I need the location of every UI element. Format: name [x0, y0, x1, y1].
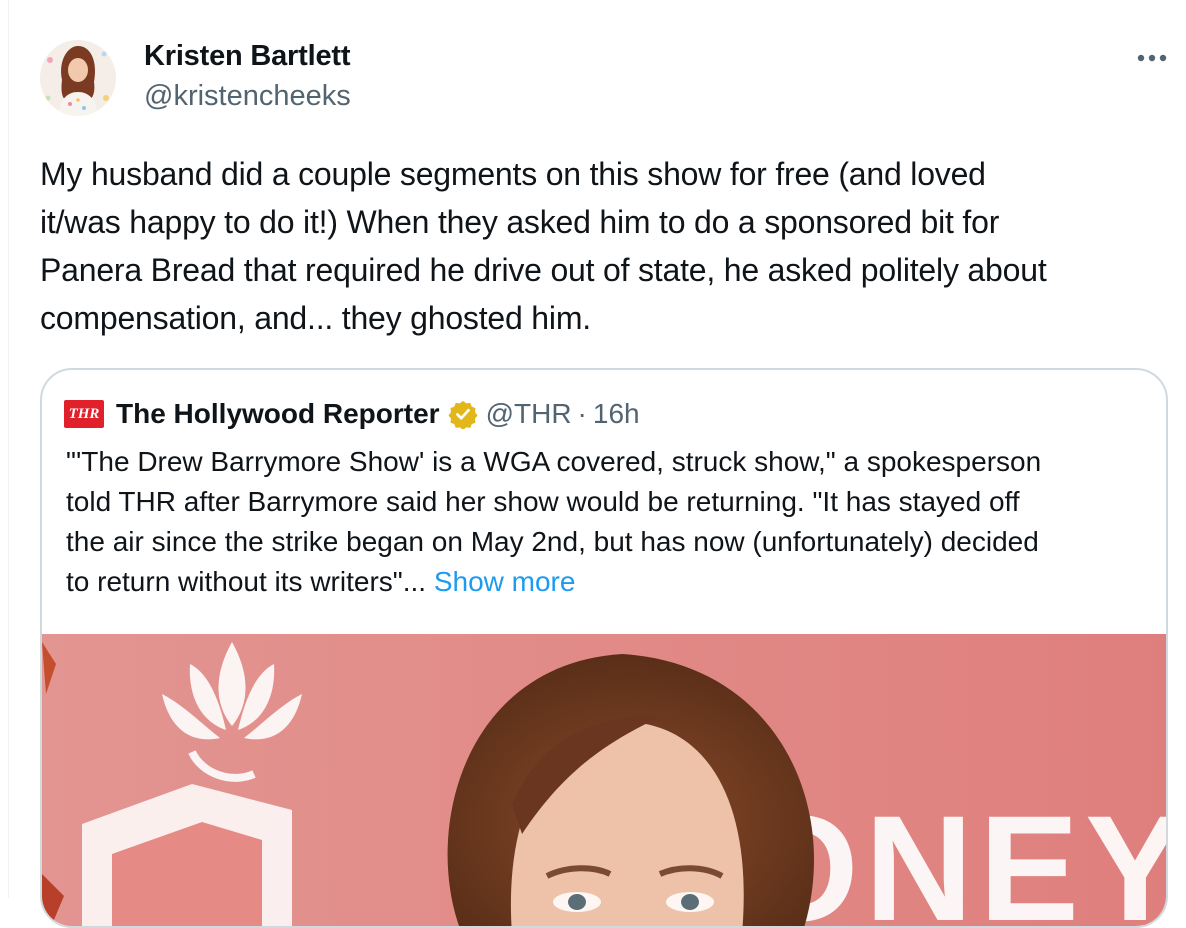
quoted-author-name[interactable]: The Hollywood Reporter	[116, 398, 440, 430]
quoted-author-handle[interactable]: @THR	[486, 398, 572, 430]
more-options-button[interactable]	[1132, 40, 1172, 76]
tweet-text: My husband did a couple segments on this…	[40, 156, 1047, 336]
quoted-tweet-media[interactable]: ONEY	[42, 634, 1166, 926]
timeline-divider	[8, 0, 9, 898]
thr-logo: THR	[64, 400, 104, 428]
author-handle[interactable]: @kristencheeks	[144, 80, 351, 113]
author-name[interactable]: Kristen Bartlett	[144, 40, 350, 73]
quoted-tweet-header: THR The Hollywood Reporter @THR · 16h	[64, 394, 640, 434]
avatar-photo	[40, 40, 116, 116]
dot-separator: ·	[577, 398, 587, 429]
verified-badge[interactable]	[448, 399, 478, 429]
verified-gold-badge-icon	[448, 400, 478, 429]
author-avatar[interactable]	[40, 40, 116, 116]
quoted-tweet-card[interactable]: THR The Hollywood Reporter @THR · 16h "'…	[40, 368, 1168, 928]
more-dots-icon	[1137, 54, 1167, 62]
thr-logo-text: THR	[68, 405, 100, 422]
media-photo: ONEY	[42, 634, 1166, 926]
quoted-timestamp[interactable]: 16h	[593, 398, 640, 430]
show-more-link[interactable]: Show more	[434, 566, 576, 597]
quoted-tweet-text: "'The Drew Barrymore Show' is a WGA cove…	[66, 442, 1156, 602]
